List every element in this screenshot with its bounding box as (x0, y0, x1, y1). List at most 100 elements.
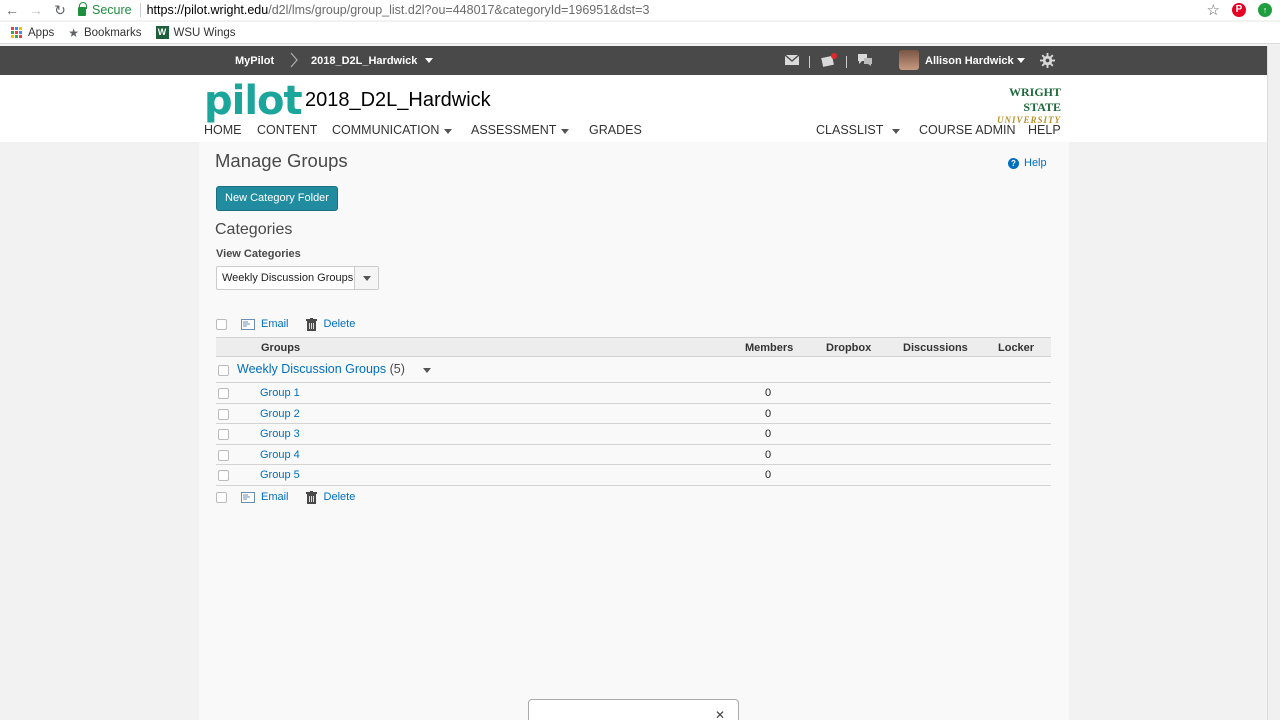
chevron-down-icon (561, 129, 570, 134)
group-checkbox[interactable] (218, 408, 229, 420)
group-link[interactable]: Group 1 (260, 387, 300, 399)
col-discussions: Discussions (903, 342, 968, 354)
select-all-checkbox[interactable] (216, 318, 227, 330)
trash-icon (305, 490, 317, 504)
nav-grades[interactable]: GRADES (589, 123, 642, 137)
extension-upload-icon[interactable]: ↑ (1258, 3, 1272, 17)
nav-classlist[interactable]: CLASSLIST (816, 123, 901, 137)
table-header: Groups Members Dropbox Discussions Locke… (216, 337, 1051, 357)
secure-label: Secure (92, 3, 132, 17)
nav-content[interactable]: CONTENT (257, 123, 317, 137)
course-header: pilot 2018_D2L_Hardwick WRIGHT STATE UNI… (0, 75, 1267, 142)
reload-icon[interactable]: ↻ (48, 2, 72, 19)
email-action[interactable]: Email (241, 491, 289, 503)
course-selector[interactable]: 2018_D2L_Hardwick (311, 55, 434, 67)
nav-assessment[interactable]: ASSESSMENT (471, 123, 570, 137)
star-icon: ★ (68, 25, 79, 40)
bookmark-star-icon[interactable]: ☆ (1207, 1, 1220, 19)
avatar[interactable] (899, 50, 919, 70)
email-action[interactable]: Email (241, 318, 289, 330)
view-categories-label: View Categories (216, 248, 301, 260)
categories-heading: Categories (215, 221, 293, 238)
wsu-w-icon: W (155, 26, 169, 39)
nav-course-admin[interactable]: COURSE ADMIN (919, 123, 1016, 137)
table-row: Group 2 0 (216, 404, 1051, 424)
course-navbar: HOME CONTENT COMMUNICATION ASSESSMENT GR… (204, 123, 1064, 139)
category-checkbox[interactable] (218, 365, 229, 376)
view-categories-value: Weekly Discussion Groups (222, 272, 354, 284)
wright-state-logo[interactable]: WRIGHT STATE UNIVERSITY (975, 85, 1061, 125)
view-categories-select[interactable]: Weekly Discussion Groups (216, 266, 379, 290)
help-link[interactable]: ? Help (1008, 157, 1047, 169)
pinterest-extension-icon[interactable]: P (1232, 3, 1246, 17)
category-row: Weekly Discussion Groups (5) (216, 357, 1051, 383)
bookmark-wsu-wings-label: WSU Wings (173, 26, 236, 39)
update-alerts-icon[interactable] (857, 53, 873, 67)
omnibox-divider (139, 3, 141, 17)
back-arrow-icon[interactable]: ← (0, 2, 24, 18)
course-title: 2018_D2L_Hardwick (305, 89, 491, 111)
col-dropbox: Dropbox (826, 342, 872, 354)
col-groups: Groups (261, 342, 301, 354)
course-selector-label: 2018_D2L_Hardwick (311, 55, 418, 67)
new-category-folder-button[interactable]: New Category Folder (216, 186, 338, 211)
trash-icon (305, 317, 317, 331)
nav-help[interactable]: HELP (1028, 123, 1061, 137)
chevron-down-icon (444, 129, 453, 134)
user-name-label: Allison Hardwick (925, 55, 1014, 67)
forward-arrow-icon[interactable]: → (24, 2, 48, 18)
nav-communication[interactable]: COMMUNICATION (332, 123, 453, 137)
category-name: Weekly Discussion Groups (237, 362, 387, 376)
main-content: Manage Groups ? Help New Category Folder… (199, 142, 1069, 720)
group-link[interactable]: Group 3 (260, 428, 300, 440)
url-host: https://pilot.wright.edu (146, 3, 269, 17)
email-icon (241, 318, 255, 330)
table-row: Group 5 0 (216, 465, 1051, 486)
nav-home[interactable]: HOME (204, 123, 242, 137)
subscription-alerts-icon[interactable] (821, 53, 837, 67)
page-title: Manage Groups (215, 150, 348, 171)
gear-icon[interactable] (1040, 53, 1055, 68)
groups-table: Groups Members Dropbox Discussions Locke… (216, 337, 1051, 486)
group-checkbox[interactable] (218, 470, 229, 481)
group-members-count: 0 (765, 428, 772, 440)
bookmark-apps-label: Apps (28, 26, 55, 39)
group-link[interactable]: Group 2 (260, 408, 300, 420)
category-link[interactable]: Weekly Discussion Groups (5) (237, 362, 405, 376)
bookmark-wsu-wings[interactable]: W WSU Wings (155, 26, 236, 39)
group-checkbox[interactable] (218, 449, 229, 461)
minibar-divider (809, 56, 810, 68)
group-link[interactable]: Group 5 (260, 469, 300, 481)
lock-icon (78, 2, 87, 16)
bookmarks-bar: Apps ★ Bookmarks W WSU Wings (0, 22, 1280, 44)
pilot-logo[interactable]: pilot (204, 78, 303, 124)
col-locker: Locker (998, 342, 1035, 354)
apps-grid-icon (11, 26, 23, 39)
select-all-checkbox[interactable] (216, 491, 227, 503)
group-link[interactable]: Group 4 (260, 449, 300, 461)
table-row: Group 3 0 (216, 424, 1051, 445)
message-alerts-icon[interactable] (784, 53, 800, 67)
bookmark-bookmarks[interactable]: ★ Bookmarks (68, 26, 141, 40)
group-checkbox[interactable] (218, 429, 229, 440)
nav-assessment-label: ASSESSMENT (471, 123, 557, 137)
group-members-count: 0 (765, 387, 772, 399)
nav-communication-label: COMMUNICATION (332, 123, 440, 137)
help-icon: ? (1008, 157, 1019, 169)
user-menu[interactable]: Allison Hardwick (925, 55, 1025, 67)
table-row: Group 1 0 (216, 383, 1051, 404)
table-row: Group 4 0 (216, 445, 1051, 465)
bottom-actions-bar: Email Delete (216, 489, 355, 505)
delete-action[interactable]: Delete (305, 317, 355, 331)
chevron-down-icon[interactable] (354, 267, 378, 289)
bookmark-apps[interactable]: Apps (11, 26, 55, 39)
page-scrollbar[interactable] (1267, 46, 1280, 720)
url-omnibox[interactable]: Secure https://pilot.wright.edu/d2l/lms/… (78, 0, 1207, 20)
group-checkbox[interactable] (218, 388, 229, 399)
chevron-down-icon[interactable] (423, 368, 431, 373)
delete-action[interactable]: Delete (305, 490, 355, 504)
mypilot-link[interactable]: MyPilot (235, 55, 274, 67)
close-icon[interactable]: ✕ (715, 708, 725, 720)
chevron-down-icon (1016, 58, 1025, 63)
help-label: Help (1024, 157, 1047, 169)
